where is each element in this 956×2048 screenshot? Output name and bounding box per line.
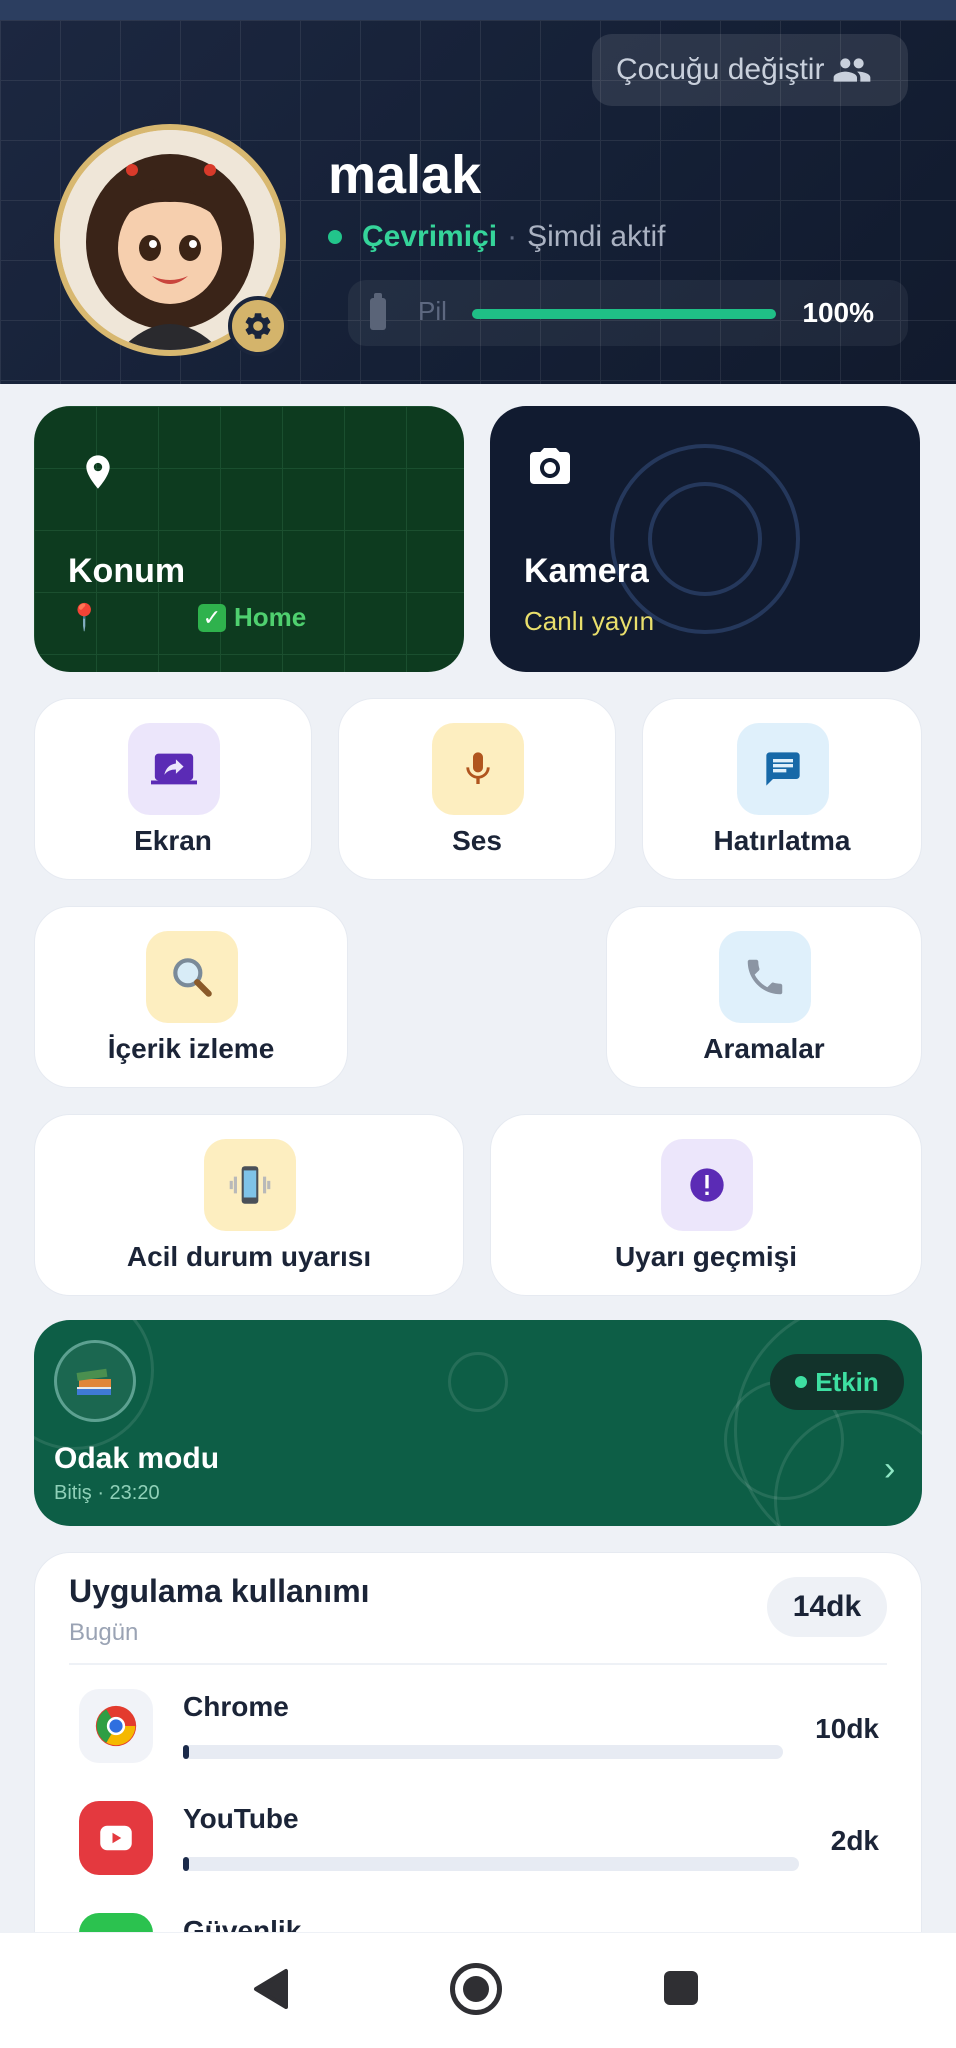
books-icon-glyph [76, 1368, 111, 1395]
battery-icon [370, 293, 386, 330]
usage-bar [183, 1857, 799, 1871]
usage-bar-fill [183, 1745, 189, 1759]
focus-mode-card[interactable]: Odak modu Bitiş · 23:20 Etkin › [34, 1320, 922, 1526]
chrome-icon [79, 1689, 153, 1763]
location-status: 📍 ✓ Home [68, 602, 306, 633]
app-time: 10dk [815, 1713, 879, 1744]
message-icon [766, 752, 800, 786]
camera-title: Kamera [524, 552, 649, 590]
battery-bar-fill [472, 309, 776, 319]
youtube-logo [100, 1825, 132, 1851]
microphone-icon [466, 752, 490, 784]
sound-card[interactable]: Ses [338, 698, 616, 880]
emergency-alert-card[interactable]: Acil durum uyarısı [34, 1114, 464, 1296]
alert-history-label: Uyarı geçmişi [614, 1241, 798, 1272]
calls-card[interactable]: Aramalar [606, 906, 922, 1088]
online-status: Çevrimiçi · Şimdi aktif [328, 220, 665, 254]
system-navigation-bar [0, 1932, 956, 2048]
magnifier-icon [173, 958, 212, 997]
child-settings-button[interactable] [228, 296, 288, 356]
alert-history-icon-box [661, 1139, 753, 1231]
switch-child-label: Çocuğu değiştir [616, 53, 825, 86]
focus-mode-status-badge: Etkin [770, 1354, 904, 1410]
vibrating-phone-icon [229, 1166, 271, 1204]
content-icon-box [146, 931, 238, 1023]
app-row-chrome[interactable]: Chrome 10dk [79, 1689, 879, 1769]
screen-label: Ekran [134, 825, 212, 856]
app-usage-title: Uygulama kullanımı [69, 1573, 370, 1609]
gear-icon [245, 313, 271, 339]
screen-card[interactable]: Ekran [34, 698, 312, 880]
phone-icon [747, 959, 783, 995]
location-title: Konum [68, 552, 186, 590]
alert-history-card[interactable]: Uyarı geçmişi [490, 1114, 922, 1296]
camera-card[interactable]: Kamera Canlı yayın [490, 406, 920, 672]
status-active: Şimdi aktif [527, 220, 666, 253]
switch-child-button[interactable]: Çocuğu değiştir [592, 34, 908, 106]
home-icon-dot [463, 1976, 489, 2002]
online-dot [328, 230, 342, 244]
calls-icon-box [719, 931, 811, 1023]
child-name: malak [328, 145, 482, 205]
reminder-card[interactable]: Hatırlatma [642, 698, 922, 880]
content-monitoring-label: İçerik izleme [107, 1033, 275, 1064]
emergency-icon-box [204, 1139, 296, 1231]
focus-mode-end-time: Bitiş · 23:20 [54, 1482, 160, 1504]
deco-circle [448, 1352, 508, 1412]
focus-mode-title: Odak modu [54, 1442, 220, 1475]
divider [69, 1663, 887, 1665]
youtube-icon [79, 1801, 153, 1875]
app-usage-subtitle: Bugün [69, 1619, 139, 1646]
recents-icon[interactable] [664, 1971, 698, 2005]
screen-icon-box [128, 723, 220, 815]
location-card[interactable]: Konum 📍 ✓ Home [34, 406, 464, 672]
status-bar [0, 0, 956, 20]
deco-circle [734, 1320, 922, 1526]
red-pin-icon: 📍 [68, 602, 101, 632]
reminder-label: Hatırlatma [713, 825, 851, 856]
app-name: Chrome [183, 1691, 289, 1722]
active-dot [795, 1376, 808, 1388]
reminder-icon-box [737, 723, 829, 815]
battery-bar [472, 309, 776, 319]
calls-label: Aramalar [703, 1033, 825, 1064]
back-icon[interactable] [252, 1967, 292, 2011]
chrome-logo [95, 1705, 137, 1747]
usage-bar-fill [183, 1857, 190, 1871]
chevron-right-icon[interactable]: › [884, 1450, 895, 1489]
people-icon [834, 58, 871, 82]
app-row-youtube[interactable]: YouTube 2dk [79, 1801, 879, 1881]
map-pin-icon [86, 455, 110, 489]
battery-status: Pil 100% [348, 280, 908, 346]
screen-share-icon [151, 753, 197, 785]
check-icon: ✓ [198, 603, 226, 632]
home-icon[interactable] [450, 1963, 502, 2015]
books-icon [54, 1340, 136, 1422]
child-header: Çocuğu değiştir malak Çevrimiçi · Şimdi … [0, 20, 956, 384]
location-home-label: Home [234, 602, 307, 632]
app-name: YouTube [183, 1803, 299, 1834]
usage-bar [183, 1745, 783, 1759]
battery-value: 100% [802, 297, 874, 328]
sound-label: Ses [452, 825, 502, 856]
camera-ring-inner [648, 482, 762, 596]
camera-icon [530, 448, 570, 484]
sound-icon-box [432, 723, 524, 815]
camera-subtitle: Canlı yayın [524, 606, 655, 636]
status-online: Çevrimiçi [362, 220, 498, 253]
exclamation-icon [690, 1168, 724, 1202]
app-time: 2dk [830, 1825, 879, 1856]
app-usage-total: 14dk [767, 1577, 887, 1637]
content-monitoring-card[interactable]: İçerik izleme [34, 906, 348, 1088]
battery-label: Pil [418, 296, 447, 326]
status-separator: · [507, 220, 518, 253]
emergency-alert-label: Acil durum uyarısı [126, 1241, 372, 1272]
focus-mode-status: Etkin [815, 1366, 879, 1397]
